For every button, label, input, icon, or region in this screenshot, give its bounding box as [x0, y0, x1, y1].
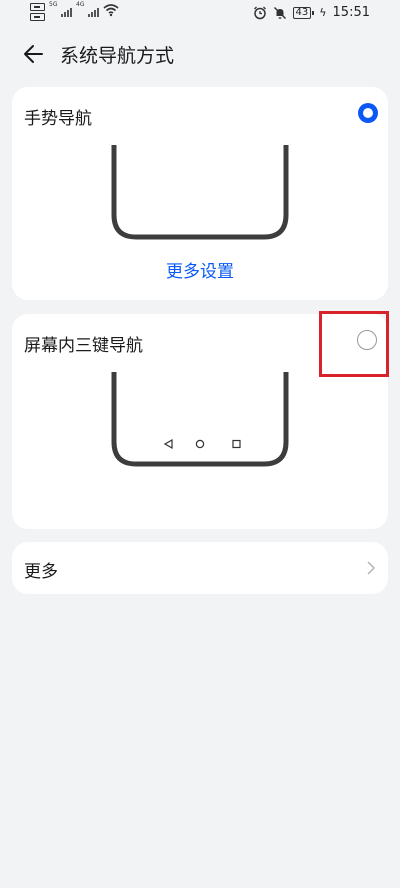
alarm-icon	[253, 6, 266, 19]
nav-back-icon	[163, 438, 173, 450]
charging-icon: ϟ	[319, 6, 327, 19]
more-settings-link[interactable]: 更多设置	[12, 257, 388, 282]
gesture-phone-illustration	[111, 145, 289, 240]
header: 系统导航方式	[0, 34, 400, 74]
option-gesture-navigation[interactable]: 手势导航 更多设置	[12, 87, 388, 300]
status-time: 15:51	[332, 5, 370, 20]
more-row[interactable]: 更多	[12, 542, 388, 594]
signal-2-icon: 4G	[76, 1, 99, 17]
highlight-box	[319, 311, 389, 377]
three-key-phone-illustration	[110, 372, 290, 468]
radio-selected[interactable]	[358, 103, 378, 123]
battery-icon: 43	[292, 6, 314, 19]
status-bar: 5G 4G 43 ϟ 15:51	[0, 0, 400, 28]
option-label: 屏幕内三键导航	[24, 336, 143, 356]
phone-frame	[111, 372, 289, 467]
mute-bell-icon	[273, 6, 286, 19]
nav-recent-icon	[232, 439, 241, 449]
status-bar-left: 5G 4G	[30, 1, 119, 21]
sim-icons	[30, 3, 45, 21]
nav-home-icon	[195, 439, 205, 449]
option-label: 手势导航	[24, 109, 92, 129]
sim-card-icon	[30, 13, 45, 21]
page-title: 系统导航方式	[60, 45, 175, 67]
wifi-icon	[103, 4, 119, 17]
signal-1-icon: 5G	[49, 1, 72, 17]
nav-keys	[163, 438, 241, 450]
back-arrow-icon[interactable]	[20, 40, 48, 68]
sim-card-icon	[30, 3, 45, 11]
status-bar-right: 43 ϟ 15:51	[253, 5, 370, 20]
chevron-right-icon	[367, 561, 376, 575]
more-label: 更多	[24, 562, 58, 582]
